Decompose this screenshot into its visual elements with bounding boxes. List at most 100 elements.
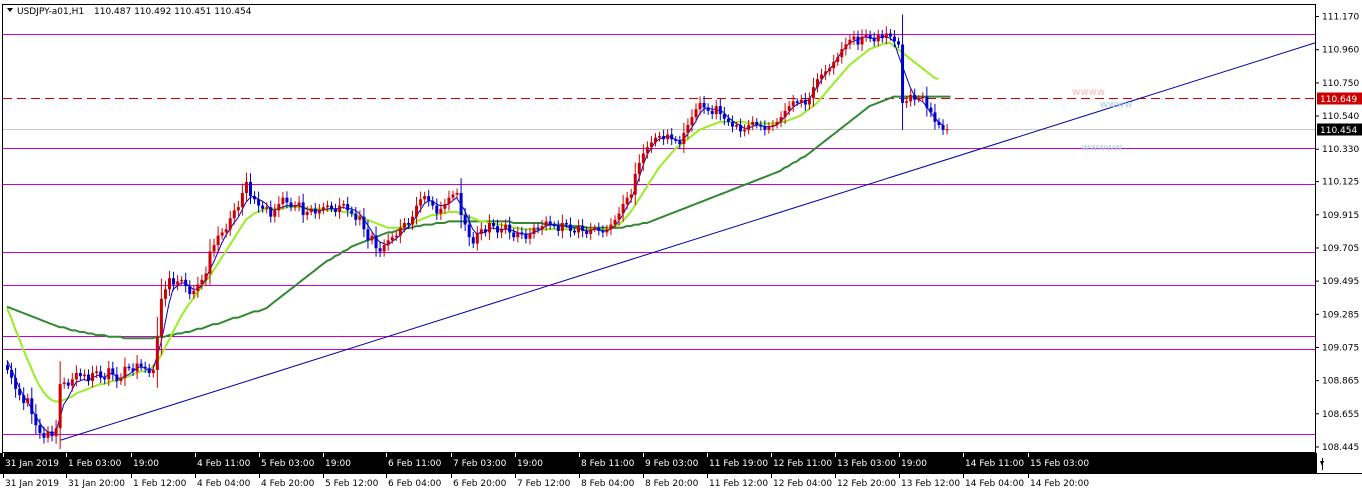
candle-body <box>564 222 568 225</box>
ma-fast-line <box>6 36 943 434</box>
candle-body <box>196 284 200 291</box>
candle-body <box>475 234 479 244</box>
y-tick-label: 108.865 <box>1322 377 1359 387</box>
candle-body <box>726 118 730 122</box>
x-tick-label-bottom: 7 Feb 12:00 <box>517 479 571 489</box>
candle-body <box>366 229 370 241</box>
dash-price-label: 110.649 <box>1320 95 1357 105</box>
candle-body <box>828 68 832 72</box>
candle-body <box>95 371 99 374</box>
last-price-label: 110.454 <box>1320 126 1357 136</box>
candle-body <box>799 99 803 103</box>
candle-body <box>888 33 892 37</box>
y-tick-label: 109.495 <box>1322 277 1359 287</box>
candle-body <box>123 366 127 378</box>
candle-body <box>913 95 917 100</box>
candle-body <box>78 373 82 377</box>
candle-body <box>305 211 309 216</box>
candles <box>6 14 949 449</box>
x-tick-label-top: 4 Feb 11:00 <box>197 459 251 469</box>
plot-border <box>2 4 1316 453</box>
candle-body <box>176 281 180 285</box>
candle-body <box>99 371 103 378</box>
candle-body <box>228 218 232 230</box>
candle-body <box>718 106 722 114</box>
candle-body <box>775 121 779 126</box>
candle-body <box>289 202 293 208</box>
candle-body <box>925 96 929 108</box>
candle-body <box>22 395 26 404</box>
candle-body <box>751 121 755 126</box>
candle-body <box>929 107 933 113</box>
candle-body <box>872 38 876 42</box>
candle-body <box>536 227 540 230</box>
candle-body <box>868 35 872 39</box>
candle-body <box>249 181 252 197</box>
horizontal-levels <box>3 34 1315 435</box>
candle-body <box>641 153 645 163</box>
candle-body <box>593 227 597 230</box>
candle-body <box>14 377 18 389</box>
watermark-text: wwww <box>1100 100 1133 111</box>
candle-body <box>46 431 50 438</box>
candle-body <box>208 251 212 274</box>
candle-body <box>880 35 884 39</box>
candle-body <box>143 366 147 369</box>
candle-body <box>722 113 726 119</box>
candle-body <box>621 204 625 214</box>
candle-body <box>629 194 633 198</box>
candle-body <box>897 41 900 45</box>
candle-body <box>358 216 362 220</box>
candle-body <box>244 181 248 193</box>
candle-body <box>625 197 629 205</box>
symbol-label: USDJPY-a01,H1 <box>17 7 84 17</box>
candle-body <box>633 174 637 195</box>
x-tick-label-bottom: 12 Feb 20:00 <box>837 479 896 489</box>
candle-body <box>516 232 520 238</box>
candle-body <box>309 208 313 212</box>
x-tick-label-bottom: 11 Feb 12:00 <box>709 479 768 489</box>
candle-body <box>670 134 674 140</box>
candle-body <box>767 126 771 130</box>
candle-body <box>654 137 657 143</box>
candle-body <box>204 273 208 280</box>
candle-body <box>686 125 690 133</box>
x-tick-label-bottom: 12 Feb 04:00 <box>773 479 832 489</box>
candle-body <box>362 216 366 230</box>
candle-body <box>560 222 564 231</box>
candle-body <box>816 79 819 88</box>
x-tick-label-top: 9 Feb 03:00 <box>645 459 699 469</box>
candle-body <box>346 204 350 211</box>
candle-body <box>759 125 763 127</box>
candle-body <box>743 129 747 132</box>
candle-body <box>91 373 95 381</box>
candle-body <box>905 101 909 103</box>
candle-body <box>70 379 74 386</box>
candle-body <box>706 107 710 111</box>
candle-body <box>297 202 301 206</box>
symbol-header: USDJPY-a01,H1 110.487 110.492 110.451 11… <box>7 7 252 17</box>
x-tick-label-bottom: 14 Feb 04:00 <box>965 479 1024 489</box>
candle-body <box>500 229 504 233</box>
candle-body <box>431 200 435 206</box>
candle-body <box>649 142 653 148</box>
candle-body <box>605 229 609 233</box>
candle-body <box>220 232 224 236</box>
candle-body <box>34 414 38 426</box>
candle-body <box>321 207 325 211</box>
price-chart[interactable]: wwwwwwwwwwwww 111.170110.960110.750110.5… <box>0 0 1362 494</box>
candle-body <box>807 98 811 105</box>
candle-body <box>30 398 34 415</box>
x-tick-label-top: 19:00 <box>901 459 927 469</box>
candle-body <box>301 202 305 216</box>
candle-body <box>520 232 524 235</box>
dropdown-triangle-icon[interactable] <box>7 8 13 12</box>
candle-body <box>313 208 317 214</box>
x-tick-label-top: 19:00 <box>325 459 351 469</box>
candle-body <box>451 194 455 198</box>
candle-body <box>159 298 163 337</box>
candle-body <box>18 388 22 396</box>
candle-body <box>163 289 167 299</box>
candle-body <box>427 196 431 201</box>
candle-body <box>662 136 666 140</box>
